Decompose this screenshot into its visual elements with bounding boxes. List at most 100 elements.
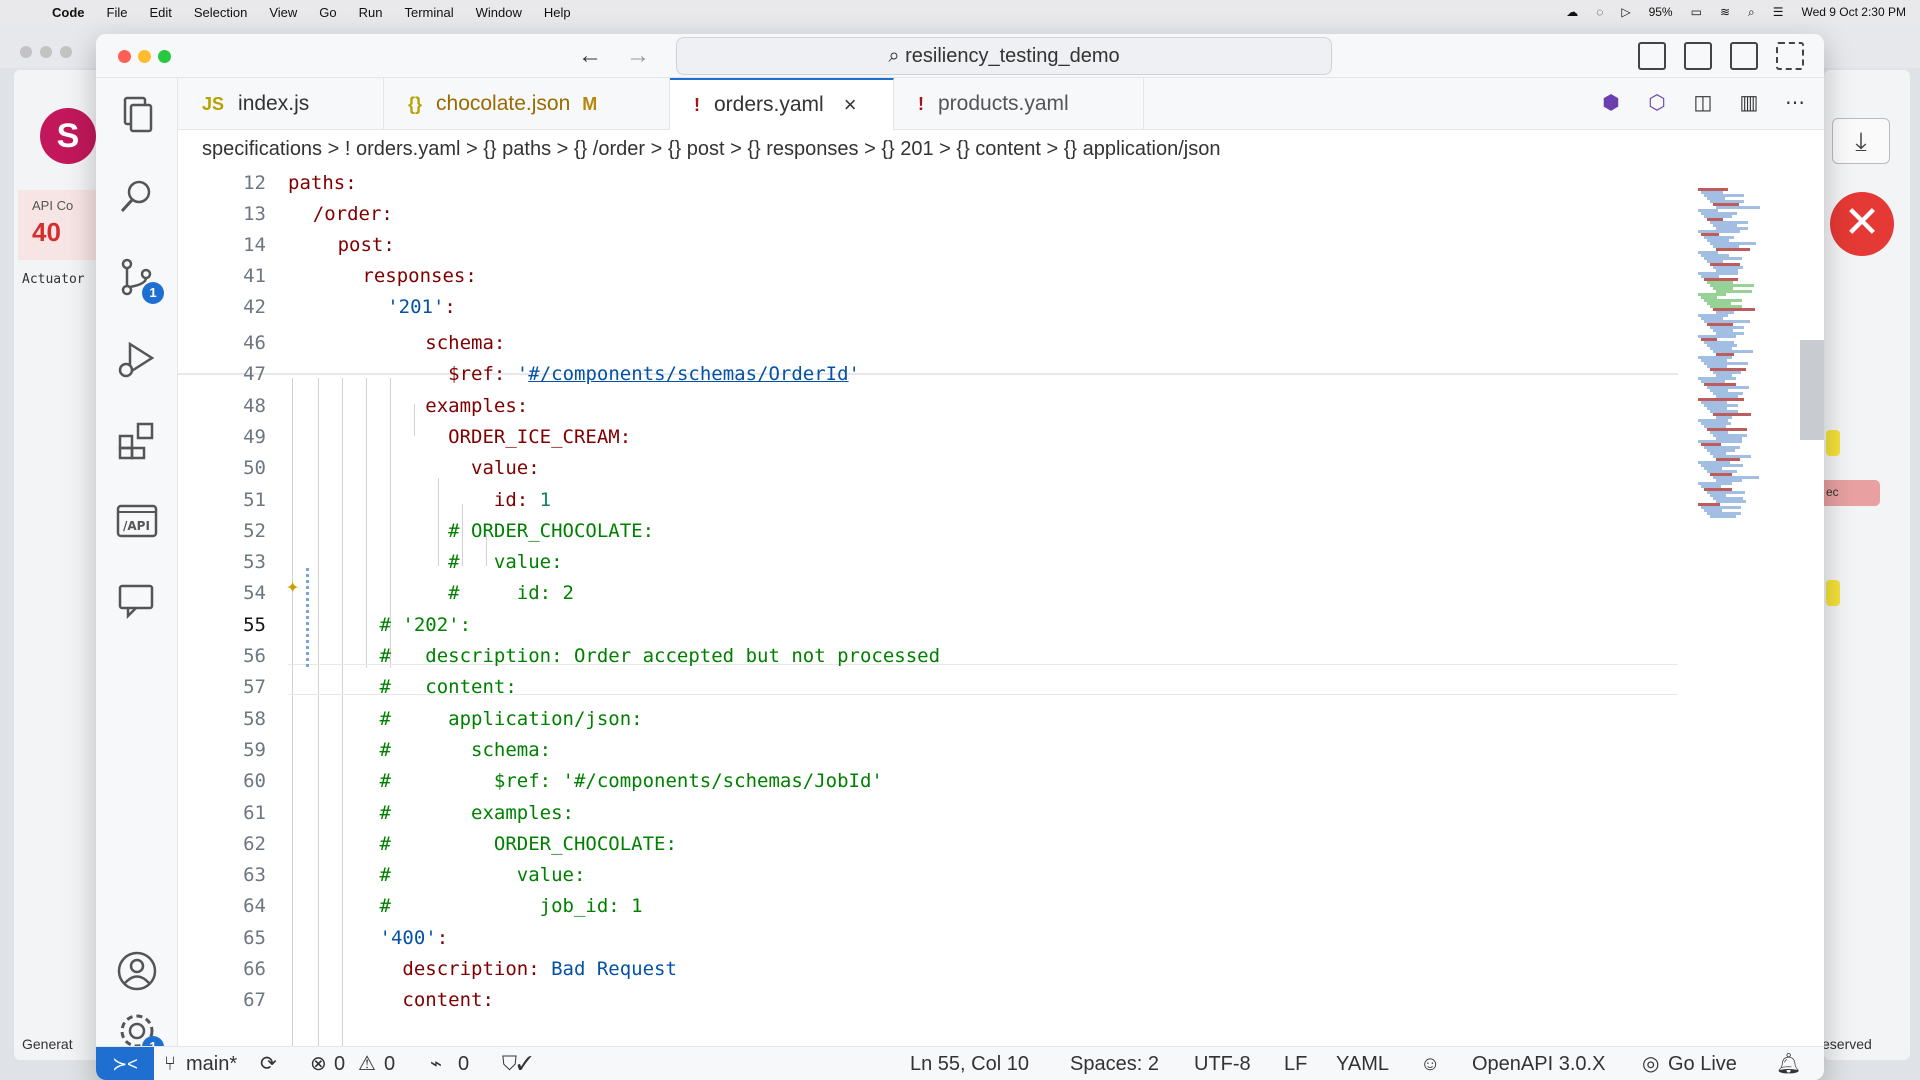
toggle-primary-sidebar-icon[interactable] — [1638, 42, 1666, 70]
ports-icon[interactable]: ⌁ — [430, 1047, 442, 1080]
minimize-window-button[interactable] — [138, 50, 151, 63]
errors-count[interactable]: 0 — [334, 1047, 345, 1080]
menu-code[interactable]: Code — [52, 5, 85, 20]
toggle-panel-icon[interactable] — [1684, 42, 1712, 70]
cloud-icon[interactable]: ☁ — [1566, 5, 1578, 19]
apple-icon[interactable] — [18, 4, 34, 20]
search-icon[interactable] — [114, 174, 160, 220]
play-icon[interactable]: ▷ — [1621, 5, 1630, 19]
breadcrumb[interactable]: specifications > ! orders.yaml > {} path… — [178, 130, 1824, 168]
toggle-secondary-sidebar-icon[interactable] — [1730, 42, 1758, 70]
code-line[interactable]: 55 # '202': — [178, 610, 1678, 641]
sticky-line[interactable]: 12 paths: — [178, 168, 1678, 199]
cursor-position[interactable]: Ln 55, Col 10 — [910, 1047, 1029, 1080]
sticky-line[interactable]: 14 post: — [178, 230, 1678, 261]
shield-check-icon[interactable]: ⛉✓ — [502, 1047, 532, 1080]
code-line[interactable]: 54 # id: 2 — [178, 578, 1678, 609]
code-line[interactable]: 67 content: — [178, 985, 1678, 1016]
code-line[interactable]: 66 description: Bad Request — [178, 954, 1678, 985]
code-line[interactable]: 51 id: 1 — [178, 485, 1678, 516]
menu-help[interactable]: Help — [544, 5, 571, 20]
extensions-icon[interactable] — [114, 418, 160, 464]
indentation[interactable]: Spaces: 2 — [1070, 1047, 1159, 1080]
sticky-line[interactable]: 13/order: — [178, 199, 1678, 230]
back-arrow-icon[interactable]: ← — [578, 42, 602, 70]
forward-arrow-icon[interactable]: → — [626, 42, 650, 70]
source-control-icon[interactable]: 1 — [114, 254, 164, 304]
code-line[interactable]: 64 # job_id: 1 — [178, 891, 1678, 922]
menu-run[interactable]: Run — [359, 5, 383, 20]
zoom-window-button[interactable] — [158, 50, 171, 63]
open-preview-icon[interactable]: ◫ — [1688, 88, 1718, 118]
extension-hex-icon[interactable]: ⬢ — [1596, 88, 1626, 118]
customize-layout-icon[interactable] — [1776, 42, 1804, 70]
menu-window[interactable]: Window — [476, 5, 522, 20]
copilot-icon[interactable]: ☺ — [1420, 1047, 1440, 1080]
encoding[interactable]: UTF-8 — [1194, 1047, 1251, 1080]
control-center-icon[interactable]: ☰ — [1773, 5, 1784, 19]
spotlight-search-icon[interactable]: ⌕ — [1748, 5, 1755, 20]
language-mode[interactable]: YAML — [1336, 1047, 1389, 1080]
code-line[interactable]: 57 # content: — [178, 672, 1678, 703]
code-line[interactable]: 62 # ORDER_CHOCOLATE: — [178, 829, 1678, 860]
sticky-line[interactable]: 41 responses: — [178, 261, 1678, 292]
code-line[interactable]: 48 examples: — [178, 391, 1678, 422]
warnings-count[interactable]: 0 — [384, 1047, 395, 1080]
menubar-datetime[interactable]: Wed 9 Oct 2:30 PM — [1802, 5, 1907, 19]
tab-orders-yaml[interactable]: ! orders.yaml × — [670, 78, 894, 130]
minimap[interactable] — [1678, 168, 1778, 1046]
ports-count[interactable]: 0 — [458, 1047, 469, 1080]
tab-products-yaml[interactable]: ! products.yaml — [894, 78, 1144, 130]
explorer-icon[interactable] — [114, 92, 160, 138]
code-line[interactable]: 65 '400': — [178, 923, 1678, 954]
code-line[interactable]: 63 # value: — [178, 860, 1678, 891]
comments-icon[interactable] — [114, 578, 160, 624]
menu-selection[interactable]: Selection — [194, 5, 247, 20]
branch-icon[interactable]: ⑂ — [164, 1047, 176, 1080]
remote-indicator-icon[interactable]: ≻< — [96, 1047, 154, 1080]
code-line[interactable]: 52 # ORDER_CHOCOLATE: — [178, 516, 1678, 547]
mute-icon[interactable]: ◌ — [1596, 5, 1603, 19]
command-center-search[interactable]: ⌕ resiliency_testing_demo — [676, 37, 1332, 75]
tab-chocolate-json[interactable]: {} chocolate.json M — [384, 78, 670, 130]
api-icon[interactable]: /API — [114, 498, 160, 544]
extension-hex-mascot-icon[interactable]: ⬡ — [1642, 88, 1672, 118]
download-icon[interactable]: ⤓ — [1832, 118, 1890, 164]
code-line[interactable]: 50 value: — [178, 453, 1678, 484]
code-line[interactable]: 47 $ref: '#/components/schemas/OrderId' — [178, 359, 1678, 390]
go-live-icon[interactable]: ◎ — [1642, 1047, 1659, 1080]
menu-go[interactable]: Go — [319, 5, 336, 20]
code-line[interactable]: 56 # description: Order accepted but not… — [178, 641, 1678, 672]
warnings-icon[interactable]: ⚠ — [358, 1047, 376, 1080]
more-actions-icon[interactable]: ⋯ — [1780, 88, 1810, 118]
menu-view[interactable]: View — [269, 5, 297, 20]
split-editor-icon[interactable]: ▥ — [1734, 88, 1764, 118]
go-live-button[interactable]: Go Live — [1668, 1047, 1737, 1080]
code-line[interactable]: 60 # $ref: '#/components/schemas/JobId' — [178, 766, 1678, 797]
vertical-scrollbar-thumb[interactable] — [1800, 340, 1824, 440]
branch-name[interactable]: main* — [186, 1047, 237, 1080]
battery-percent[interactable]: 95% — [1649, 5, 1673, 19]
menu-terminal[interactable]: Terminal — [405, 5, 454, 20]
code-line[interactable]: 46 schema: — [178, 328, 1678, 359]
code-line[interactable]: 58 # application/json: — [178, 704, 1678, 735]
account-icon[interactable] — [114, 948, 160, 994]
close-window-button[interactable] — [118, 50, 131, 63]
run-debug-icon[interactable] — [114, 336, 160, 382]
wifi-icon[interactable]: ≋ — [1720, 5, 1730, 19]
openapi-version[interactable]: OpenAPI 3.0.X — [1472, 1047, 1605, 1080]
code-line[interactable]: 59 # schema: — [178, 735, 1678, 766]
code-line[interactable]: 53 # value: — [178, 547, 1678, 578]
close-tab-icon[interactable]: × — [844, 92, 857, 118]
tab-index-js[interactable]: JS index.js — [178, 78, 384, 130]
code-line[interactable]: 49 ORDER_ICE_CREAM: — [178, 422, 1678, 453]
sparkle-ai-icon[interactable]: ✦ — [286, 574, 299, 599]
errors-icon[interactable]: ⊗ — [310, 1047, 327, 1080]
close-circle-icon[interactable]: ✕ — [1830, 192, 1894, 256]
code-line[interactable]: 61 # examples: — [178, 798, 1678, 829]
menu-file[interactable]: File — [107, 5, 128, 20]
notifications-bell-icon[interactable]: 🔔︎ — [1776, 1047, 1801, 1080]
end-of-line[interactable]: LF — [1284, 1047, 1307, 1080]
sync-icon[interactable]: ⟳ — [260, 1047, 277, 1080]
menu-edit[interactable]: Edit — [149, 5, 171, 20]
